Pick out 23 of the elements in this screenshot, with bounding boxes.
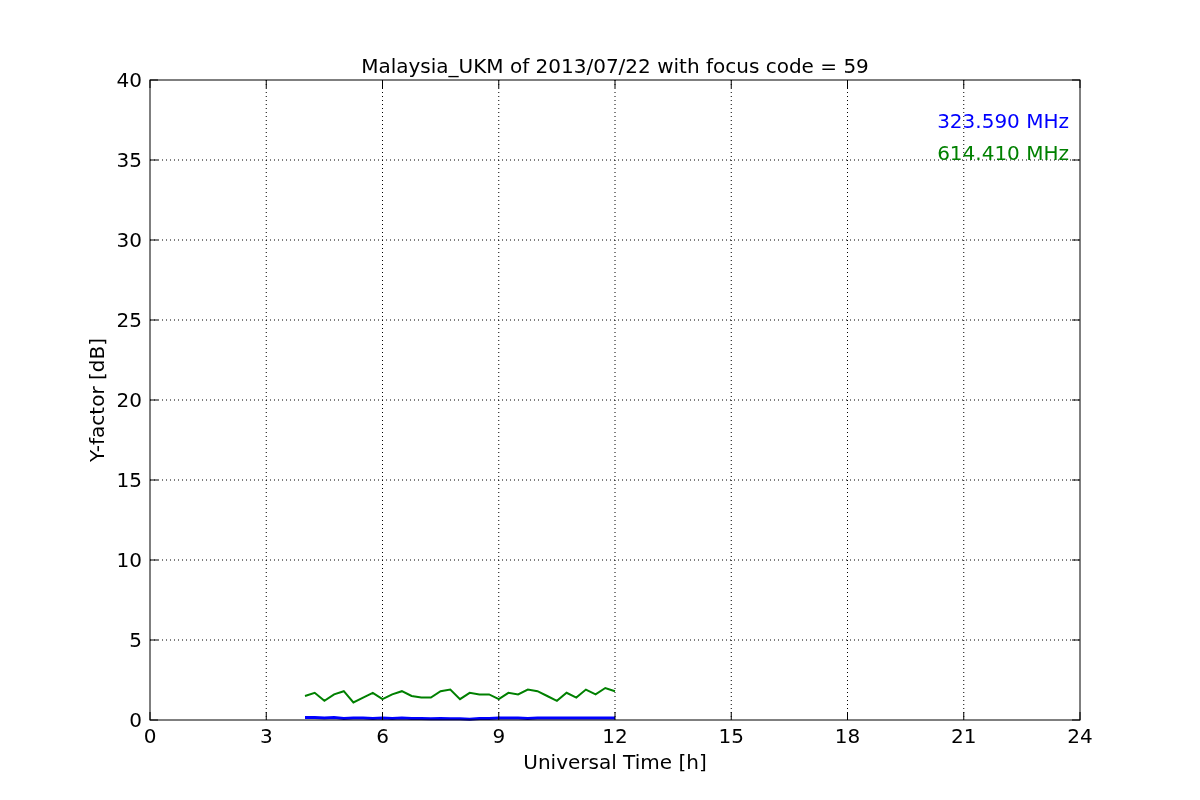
- x-tick-label: 15: [718, 724, 744, 748]
- y-tick-label: 35: [116, 148, 142, 172]
- x-tick-label: 3: [259, 724, 273, 748]
- y-tick-label: 0: [129, 708, 142, 732]
- y-tick-label: 25: [116, 308, 142, 332]
- y-tick-label: 40: [116, 68, 142, 92]
- x-tick-label: 9: [492, 724, 506, 748]
- y-axis-label: Y-factor [dB]: [85, 338, 109, 462]
- y-tick-label: 15: [116, 468, 142, 492]
- x-tick-label: 6: [376, 724, 389, 748]
- x-tick-label: 21: [951, 724, 977, 748]
- legend-label: 323.590 MHz: [937, 109, 1069, 133]
- legend-label: 614.410 MHz: [937, 141, 1069, 165]
- x-axis-label: Universal Time [h]: [523, 750, 707, 774]
- y-tick-label: 10: [116, 548, 142, 572]
- y-tick-label: 30: [116, 228, 142, 252]
- x-tick-label: 24: [1067, 724, 1093, 748]
- x-tick-label: 0: [143, 724, 157, 748]
- x-tick-label: 18: [834, 724, 861, 748]
- chart-title: Malaysia_UKM of 2013/07/22 with focus code = 59: [361, 54, 869, 78]
- y-tick-label: 5: [129, 628, 142, 652]
- x-tick-label: 12: [602, 724, 628, 748]
- y-tick-label: 20: [116, 388, 142, 412]
